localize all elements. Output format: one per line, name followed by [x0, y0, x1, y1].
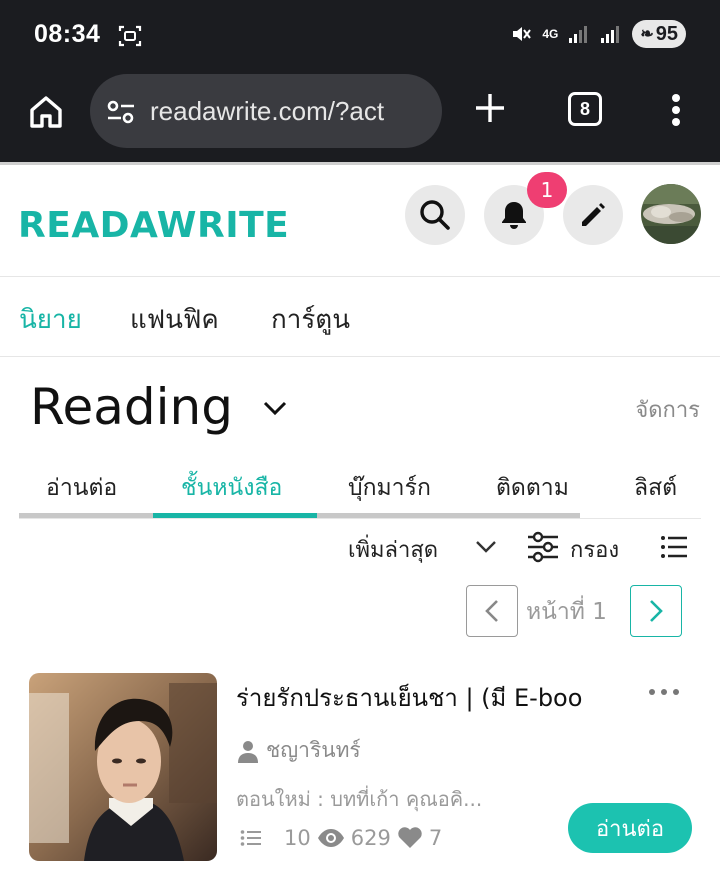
- battery-level: 95: [655, 22, 678, 45]
- address-bar[interactable]: readawrite.com/?act: [90, 74, 442, 148]
- user-avatar[interactable]: [641, 184, 701, 244]
- continue-reading-button[interactable]: อ่านต่อ: [568, 803, 692, 853]
- tab-bookshelf[interactable]: ชั้นหนังสือ: [181, 470, 282, 506]
- chevron-left-icon: [485, 600, 498, 622]
- tab-following[interactable]: ติดตาม: [496, 470, 569, 506]
- tab-switcher-button[interactable]: 8: [568, 92, 602, 126]
- site-settings-icon[interactable]: [106, 99, 136, 125]
- book-cover[interactable]: [29, 673, 217, 861]
- page-indicator: หน้าที่ 1: [526, 599, 607, 625]
- notification-badge: 1: [527, 172, 567, 208]
- tab-continue-reading[interactable]: อ่านต่อ: [46, 470, 117, 506]
- home-icon[interactable]: [26, 92, 66, 132]
- battery-indicator: ❧ 95: [632, 20, 686, 48]
- latest-chapter: ตอนใหม่ : บทที่เก้า คุณอคิ...: [236, 787, 483, 811]
- category-cartoon[interactable]: การ์ตูน: [271, 299, 350, 340]
- next-page-button[interactable]: [630, 585, 682, 637]
- avatar-image: [641, 184, 701, 244]
- category-nav: นิยาย แฟนฟิค การ์ตูน: [0, 277, 720, 357]
- filter-icon[interactable]: [526, 530, 560, 564]
- chevron-down-icon[interactable]: [262, 398, 288, 418]
- mute-icon: [513, 27, 532, 41]
- manage-link[interactable]: จัดการ: [635, 392, 700, 427]
- more-horiz-icon[interactable]: [648, 680, 680, 704]
- site-logo[interactable]: READAWRITE: [18, 205, 289, 246]
- heart-icon: [398, 827, 422, 848]
- chevron-right-icon: [650, 600, 663, 622]
- browser-toolbar: readawrite.com/?act 8: [0, 70, 720, 162]
- active-tab-indicator: [153, 513, 317, 518]
- network-type: 4G: [542, 27, 559, 41]
- category-novel[interactable]: นิยาย: [19, 299, 82, 340]
- book-stats: 10 629 7: [240, 826, 442, 850]
- site-header: READAWRITE 1: [0, 165, 720, 277]
- new-tab-icon[interactable]: [472, 90, 508, 126]
- signal-icon-2: [601, 26, 620, 43]
- status-bar: 08:34 4G ❧ 95: [0, 0, 720, 70]
- person-icon: [238, 740, 258, 763]
- search-icon: [420, 200, 450, 230]
- sort-select[interactable]: เพิ่มล่าสุด: [348, 532, 438, 567]
- eye-icon: [317, 829, 344, 847]
- bell-icon: [502, 202, 526, 229]
- page-title[interactable]: Reading: [30, 378, 233, 436]
- tab-list[interactable]: ลิสต์: [634, 470, 677, 506]
- category-fanfic[interactable]: แฟนฟิค: [130, 299, 219, 340]
- search-button[interactable]: [405, 185, 465, 245]
- chapters-icon: [240, 830, 261, 846]
- write-button[interactable]: [563, 185, 623, 245]
- view-count: 629: [350, 826, 391, 850]
- pencil-icon: [582, 203, 605, 226]
- signal-icon: [569, 26, 588, 43]
- list-view-icon[interactable]: [660, 534, 688, 560]
- tab-divider: [19, 518, 701, 519]
- battery-leaf-icon: ❧: [640, 26, 654, 43]
- like-count: 7: [428, 826, 443, 850]
- prev-page-button[interactable]: [466, 585, 518, 637]
- more-vert-icon[interactable]: [662, 90, 690, 130]
- chapter-count: 10: [284, 826, 311, 850]
- tab-bookmark[interactable]: บุ๊กมาร์ก: [348, 470, 431, 506]
- filter-button[interactable]: กรอง: [570, 532, 619, 567]
- author-name[interactable]: ชญารินทร์: [266, 734, 361, 767]
- status-time: 08:34: [34, 20, 101, 48]
- author-row: ชญารินทร์: [236, 734, 361, 767]
- book-title[interactable]: ร่ายรักประธานเย็นชา | (มี E-boo: [236, 678, 616, 717]
- chevron-down-icon[interactable]: [474, 538, 498, 556]
- book-cover-image: [29, 673, 217, 861]
- screenshot-icon: [118, 25, 142, 47]
- url-text: readawrite.com/?act: [150, 96, 385, 126]
